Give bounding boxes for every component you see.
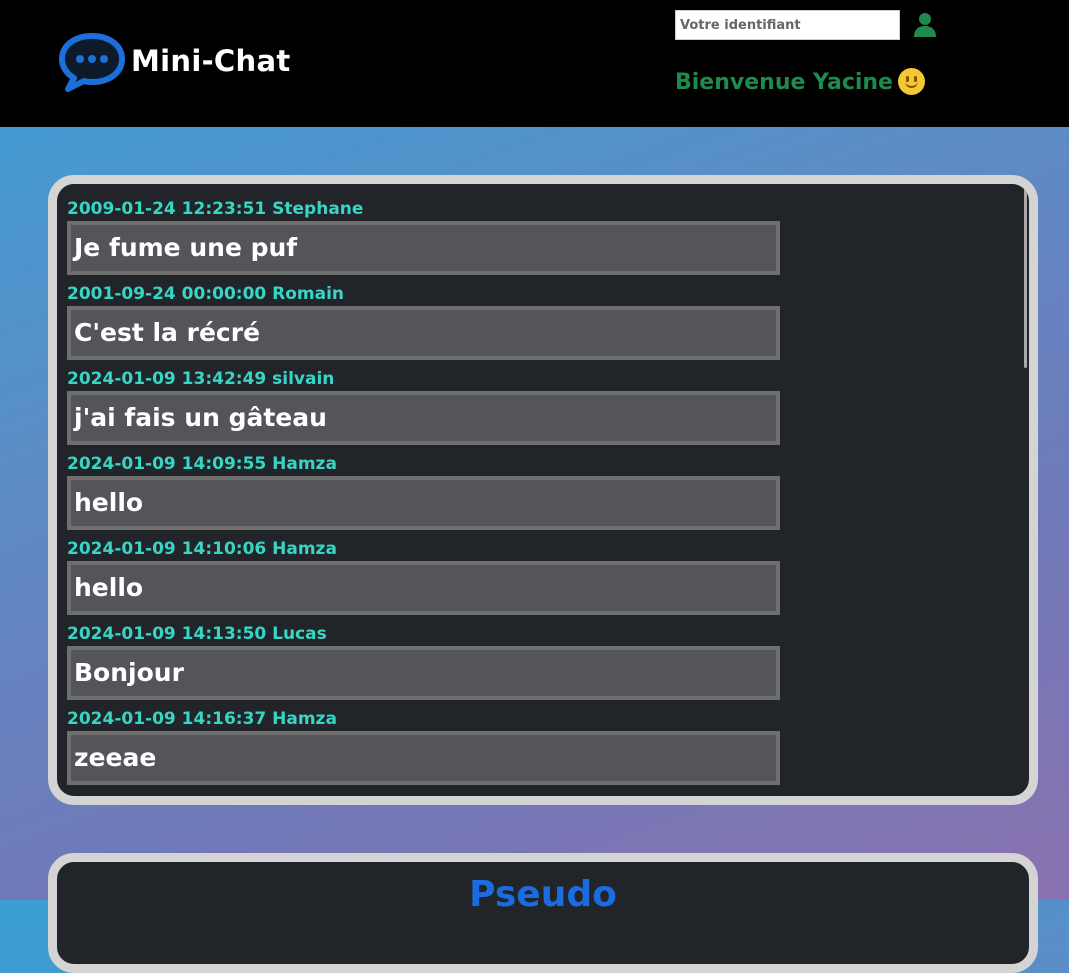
chat-bubble-icon (59, 33, 125, 92)
message-item: 2024-01-09 14:13:50 Lucas Bonjour (67, 623, 1019, 700)
message-item: 2024-01-09 13:42:49 silvain j'ai fais un… (67, 368, 1019, 445)
pseudo-label: Pseudo (469, 874, 617, 915)
message-text: Je fume une puf (67, 221, 780, 275)
message-text: C'est la récré (67, 306, 780, 360)
scrollbar-thumb[interactable] (1024, 188, 1027, 368)
smiley-icon (897, 68, 925, 95)
message-meta: 2001-09-24 00:00:00 Romain (67, 284, 345, 304)
message-meta: 2024-01-09 14:10:06 Hamza (67, 539, 337, 559)
message-meta: 2024-01-09 14:13:50 Lucas (67, 624, 327, 644)
header: Mini-Chat Bienvenue Yacine (0, 0, 1069, 127)
message-form-panel: Pseudo (48, 853, 1038, 973)
message-list[interactable]: 2009-01-24 12:23:51 Stephane Je fume une… (57, 184, 1029, 796)
message-meta: 2024-01-09 14:09:55 Hamza (67, 454, 337, 474)
brand-title: Mini-Chat (131, 44, 291, 78)
message-item: 2024-01-09 14:09:55 Hamza hello (67, 453, 1019, 530)
message-text: hello (67, 476, 780, 530)
message-text: Bonjour (67, 646, 780, 700)
message-meta: 2024-01-09 14:16:37 Hamza (67, 709, 337, 729)
message-meta: 2024-01-09 13:42:49 silvain (67, 369, 335, 389)
user-icon[interactable] (913, 12, 937, 38)
message-text: zeeae (67, 731, 780, 785)
message-item: 2024-01-09 14:16:37 Hamza zeeae (67, 708, 1019, 785)
chat-panel: 2009-01-24 12:23:51 Stephane Je fume une… (48, 175, 1038, 805)
message-item: 2009-01-24 12:23:51 Stephane Je fume une… (67, 198, 1019, 275)
message-item: 2024-01-09 14:10:06 Hamza hello (67, 538, 1019, 615)
welcome-message: Bienvenue Yacine (675, 68, 925, 95)
message-meta: 2009-01-24 12:23:51 Stephane (67, 199, 364, 219)
message-item: 2001-09-24 00:00:00 Romain C'est la récr… (67, 283, 1019, 360)
message-text: hello (67, 561, 780, 615)
identifier-input[interactable] (675, 10, 900, 40)
message-text: j'ai fais un gâteau (67, 391, 780, 445)
welcome-text: Bienvenue Yacine (675, 70, 893, 95)
